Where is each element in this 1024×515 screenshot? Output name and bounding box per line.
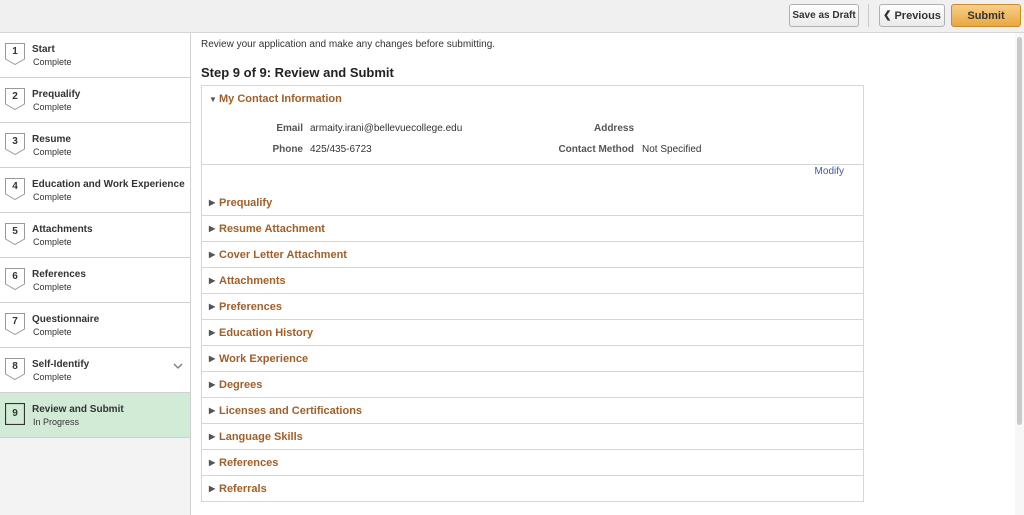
step-status: Complete: [33, 282, 72, 292]
main-content: Review your application and make any cha…: [191, 33, 1015, 515]
step-title: Attachments: [32, 224, 93, 235]
section-preferences[interactable]: ▶ Preferences: [202, 294, 863, 320]
section-title: Preferences: [219, 300, 282, 313]
sidebar-step-references[interactable]: 6 References Complete: [0, 258, 190, 303]
section-title: Prequalify: [219, 196, 273, 209]
section-title: Work Experience: [219, 352, 309, 365]
top-toolbar: Save as Draft ❮ Previous Submit: [0, 0, 1024, 33]
phone-label: Phone: [272, 144, 303, 155]
address-label: Address: [593, 123, 634, 134]
step-number-badge: 9: [5, 403, 25, 425]
step-number-badge: 6: [5, 268, 25, 290]
step-number-badge: 1: [5, 43, 25, 65]
modify-link[interactable]: Modify: [815, 166, 844, 177]
section-degrees[interactable]: ▶ Degrees: [202, 372, 863, 398]
step-title: Resume: [32, 134, 71, 145]
section-title: Attachments: [219, 274, 286, 287]
triangle-right-icon: ▶: [209, 250, 216, 259]
submit-button[interactable]: Submit: [951, 4, 1021, 27]
sidebar-step-education-work[interactable]: 4 Education and Work Experience Complete: [0, 168, 190, 213]
step-status: Complete: [33, 327, 72, 337]
chevron-down-icon[interactable]: [173, 363, 183, 370]
step-number-badge: 3: [5, 133, 25, 155]
contact-info-section: ▼ My Contact Information Email armaity.i…: [202, 86, 863, 177]
contact-method-value: Not Specified: [642, 144, 702, 155]
toolbar-divider: [868, 4, 869, 27]
email-label: Email: [276, 123, 303, 134]
step-sidebar: 1 Start Complete 2 Prequalify Complete 3…: [0, 33, 191, 515]
step-title: Review and Submit: [32, 404, 124, 415]
section-title: Referrals: [219, 482, 267, 495]
section-prequalify[interactable]: ▶ Prequalify: [202, 190, 863, 216]
section-referrals[interactable]: ▶ Referrals: [202, 476, 863, 502]
step-number-badge: 5: [5, 223, 25, 245]
email-value: armaity.irani@bellevuecollege.edu: [310, 123, 463, 134]
step-title: Self-Identify: [32, 359, 90, 370]
section-education-history[interactable]: ▶ Education History: [202, 320, 863, 346]
section-title: Cover Letter Attachment: [219, 248, 347, 261]
triangle-right-icon: ▶: [209, 198, 216, 207]
sidebar-step-prequalify[interactable]: 2 Prequalify Complete: [0, 78, 190, 123]
triangle-right-icon: ▶: [209, 484, 216, 493]
section-work-experience[interactable]: ▶ Work Experience: [202, 346, 863, 372]
section-title: Resume Attachment: [219, 222, 325, 235]
triangle-right-icon: ▶: [209, 432, 216, 441]
step-number-badge: 2: [5, 88, 25, 110]
sidebar-step-review-submit[interactable]: 9 Review and Submit In Progress: [0, 393, 190, 438]
step-title: Education and Work Experience: [32, 179, 185, 190]
page-title: Step 9 of 9: Review and Submit: [201, 65, 394, 80]
section-attachments[interactable]: ▶ Attachments: [202, 268, 863, 294]
triangle-right-icon: ▶: [209, 458, 216, 467]
section-title: References: [219, 456, 279, 469]
scrollbar-thumb[interactable]: [1017, 37, 1022, 425]
section-title: Degrees: [219, 378, 263, 391]
sidebar-step-self-identify[interactable]: 8 Self-Identify Complete: [0, 348, 190, 393]
section-title: Licenses and Certifications: [219, 404, 363, 417]
step-status: Complete: [33, 147, 72, 157]
step-title: References: [32, 269, 86, 280]
step-title: Questionnaire: [32, 314, 100, 325]
triangle-right-icon: ▶: [209, 276, 216, 285]
save-as-draft-button[interactable]: Save as Draft: [789, 4, 859, 27]
vertical-scrollbar[interactable]: [1015, 33, 1024, 515]
intro-text: Review your application and make any cha…: [201, 39, 496, 50]
step-title: Prequalify: [32, 89, 81, 100]
previous-label: Previous: [894, 9, 941, 22]
step-status: Complete: [33, 192, 72, 202]
contact-method-label: Contact Method: [558, 144, 634, 155]
chevron-left-icon: ❮: [883, 10, 892, 21]
triangle-right-icon: ▶: [209, 354, 216, 363]
sidebar-step-questionnaire[interactable]: 7 Questionnaire Complete: [0, 303, 190, 348]
previous-button[interactable]: ❮ Previous: [879, 4, 945, 27]
sidebar-step-attachments[interactable]: 5 Attachments Complete: [0, 213, 190, 258]
section-references[interactable]: ▶ References: [202, 450, 863, 476]
step-status: Complete: [33, 57, 72, 67]
step-title: Start: [32, 44, 55, 55]
review-panel: ▼ My Contact Information Email armaity.i…: [201, 85, 864, 502]
step-number-badge: 4: [5, 178, 25, 200]
step-status: Complete: [33, 237, 72, 247]
triangle-down-icon: ▼: [209, 94, 217, 104]
section-resume-attachment[interactable]: ▶ Resume Attachment: [202, 216, 863, 242]
section-language-skills[interactable]: ▶ Language Skills: [202, 424, 863, 450]
sidebar-step-start[interactable]: 1 Start Complete: [0, 33, 190, 78]
contact-info-title: My Contact Information: [219, 93, 342, 105]
triangle-right-icon: ▶: [209, 224, 216, 233]
step-status: Complete: [33, 372, 72, 382]
step-status: In Progress: [33, 417, 80, 427]
triangle-right-icon: ▶: [209, 302, 216, 311]
section-licenses-certifications[interactable]: ▶ Licenses and Certifications: [202, 398, 863, 424]
triangle-right-icon: ▶: [209, 328, 216, 337]
sidebar-step-resume[interactable]: 3 Resume Complete: [0, 123, 190, 168]
section-cover-letter-attachment[interactable]: ▶ Cover Letter Attachment: [202, 242, 863, 268]
section-title: Language Skills: [219, 430, 303, 443]
contact-info-header[interactable]: ▼ My Contact Information: [202, 86, 863, 112]
triangle-right-icon: ▶: [209, 406, 216, 415]
step-number-badge: 7: [5, 313, 25, 335]
phone-value: 425/435-6723: [310, 144, 372, 155]
step-status: Complete: [33, 102, 72, 112]
section-title: Education History: [219, 326, 314, 339]
step-number-badge: 8: [5, 358, 25, 380]
triangle-right-icon: ▶: [209, 380, 216, 389]
